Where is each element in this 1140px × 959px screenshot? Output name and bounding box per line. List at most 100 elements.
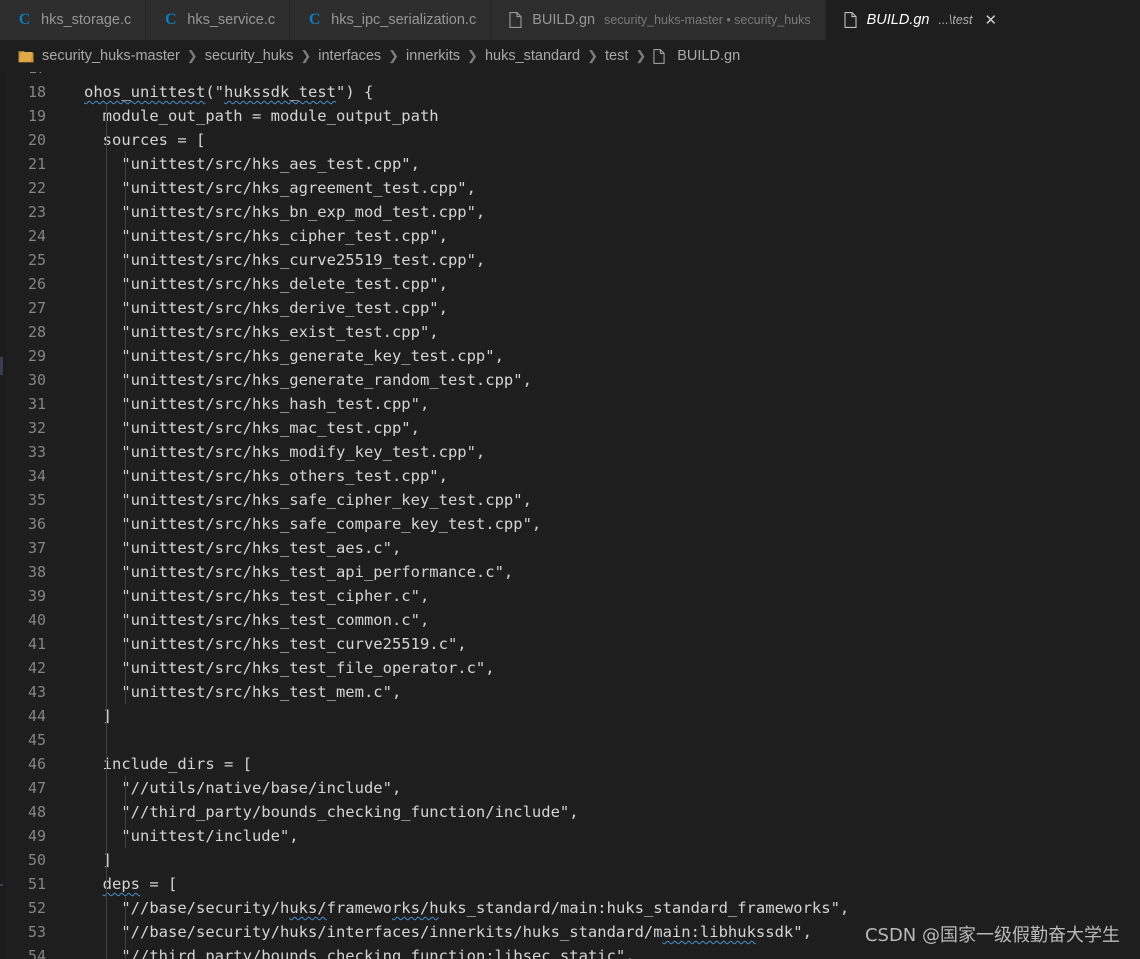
breadcrumb-item-interfaces[interactable]: interfaces [318,48,381,64]
chevron-right-icon: ❯ [388,48,400,63]
line-content: ] [84,851,112,869]
line-content: "unittest/src/hks_safe_cipher_key_test.c… [84,491,532,509]
spellcheck-squiggle: hukssdk_test [224,83,336,101]
tab-hks-storage-c[interactable]: C hks_storage.c [0,0,147,40]
code-line[interactable]: 33 "unittest/src/hks_modify_key_test.cpp… [0,440,1140,464]
line-content: "unittest/src/hks_safe_compare_key_test.… [84,515,542,533]
line-number: 37 [27,539,46,557]
line-number: 28 [27,323,46,341]
code-line[interactable]: 43 "unittest/src/hks_test_mem.c", [0,680,1140,704]
tab-hks-service-c[interactable]: C hks_service.c [146,0,291,40]
breadcrumb-item-security-huks-master[interactable]: security_huks-master [42,48,180,64]
code-line[interactable]: 36 "unittest/src/hks_safe_compare_key_te… [0,512,1140,536]
spellcheck-squiggle: uks/ [289,899,327,917]
code-line[interactable]: 48 "//third_party/bounds_checking_functi… [0,800,1140,824]
code-line[interactable]: 45 [0,728,1140,752]
chevron-right-icon: ❯ [635,48,647,63]
line-number: 54 [27,947,46,959]
close-icon[interactable]: ✕ [985,13,998,28]
line-number: 19 [27,107,46,125]
code-line[interactable]: 22 "unittest/src/hks_agreement_test.cpp"… [0,176,1140,200]
tab-hks-ipc-serialization-c[interactable]: C hks_ipc_serialization.c [290,0,492,40]
code-line[interactable]: 34 "unittest/src/hks_others_test.cpp", [0,464,1140,488]
breadcrumb-item-test[interactable]: test [605,48,628,64]
spellcheck-squiggle: rks/h [391,899,439,917]
line-number: 22 [27,179,46,197]
code-line[interactable]: 41 "unittest/src/hks_test_curve25519.c", [0,632,1140,656]
line-number: 39 [27,587,46,605]
code-line[interactable]: 28 "unittest/src/hks_exist_test.cpp", [0,320,1140,344]
line-number: 17 [0,72,72,80]
breadcrumb-item-innerkits[interactable]: innerkits [406,48,460,64]
code-line[interactable]: 18 ohos_unittest("hukssdk_test") { [0,80,1140,104]
code-line[interactable]: 32 "unittest/src/hks_mac_test.cpp", [0,416,1140,440]
c-file-icon: C [308,11,321,28]
code-line[interactable]: 38 "unittest/src/hks_test_api_performanc… [0,560,1140,584]
code-line[interactable]: 52 "//base/security/huks/frameworks/huks… [0,896,1140,920]
tab-sublabel: ...\test [938,13,973,27]
activity-bar-indicator-secondary [0,884,3,886]
line-content: sources = [ [84,131,206,149]
generic-file-icon [507,12,524,29]
code-line[interactable]: 37 "unittest/src/hks_test_aes.c", [0,536,1140,560]
indent-guide [125,776,126,848]
code-line[interactable]: 30 "unittest/src/hks_generate_random_tes… [0,368,1140,392]
tab-sublabel: security_huks-master • security_huks [604,13,811,27]
line-number: 34 [27,467,46,485]
line-content: "unittest/src/hks_cipher_test.cpp", [84,227,448,245]
line-number: 49 [27,827,46,845]
tab-build-gn-test-active[interactable]: BUILD.gn ...\test ✕ [825,0,1140,40]
line-number: 33 [27,443,46,461]
breadcrumb-item-huks-standard[interactable]: huks_standard [485,48,580,64]
breadcrumb-item-build-gn[interactable]: BUILD.gn [677,48,740,64]
code-line[interactable]: 51 deps = [ [0,872,1140,896]
line-content: "unittest/src/hks_test_file_operator.c", [84,659,495,677]
editor-tab-bar: C hks_storage.c C hks_service.c C hks_ip… [0,0,1140,40]
code-line[interactable]: 20 sources = [ [0,128,1140,152]
code-line[interactable]: 29 "unittest/src/hks_generate_key_test.c… [0,344,1140,368]
code-line[interactable]: 27 "unittest/src/hks_derive_test.cpp", [0,296,1140,320]
chevron-right-icon: ❯ [300,48,312,63]
code-line[interactable]: 31 "unittest/src/hks_hash_test.cpp", [0,392,1140,416]
code-line[interactable]: 25 "unittest/src/hks_curve25519_test.cpp… [0,248,1140,272]
code-line[interactable]: 47 "//utils/native/base/include", [0,776,1140,800]
code-line[interactable]: 17 [0,72,1140,80]
code-line[interactable]: 42 "unittest/src/hks_test_file_operator.… [0,656,1140,680]
line-content: "//third_party/bounds_checking_function/… [84,803,579,821]
line-content: "unittest/src/hks_test_common.c", [84,611,430,629]
line-number: 53 [27,923,46,941]
line-number: 46 [27,755,46,773]
code-line[interactable]: 21 "unittest/src/hks_aes_test.cpp", [0,152,1140,176]
line-content: "unittest/src/hks_test_mem.c", [84,683,402,701]
line-content: "unittest/src/hks_test_curve25519.c", [84,635,467,653]
line-number: 29 [27,347,46,365]
code-line[interactable]: 35 "unittest/src/hks_safe_cipher_key_tes… [0,488,1140,512]
indent-guide [125,896,126,959]
code-line[interactable]: 49 "unittest/include", [0,824,1140,848]
tab-label: hks_ipc_serialization.c [331,12,477,28]
folder-icon [18,49,34,63]
chevron-right-icon: ❯ [186,48,198,63]
code-line[interactable]: 40 "unittest/src/hks_test_common.c", [0,608,1140,632]
line-content: "unittest/src/hks_modify_key_test.cpp", [84,443,486,461]
line-number: 41 [27,635,46,653]
line-content: "unittest/src/hks_agreement_test.cpp", [84,179,476,197]
code-line[interactable]: 26 "unittest/src/hks_delete_test.cpp", [0,272,1140,296]
spellcheck-squiggle: deps [102,875,140,893]
code-line[interactable]: 44 ] [0,704,1140,728]
code-line[interactable]: 19 module_out_path = module_output_path [0,104,1140,128]
code-line[interactable]: 46 include_dirs = [ [0,752,1140,776]
tab-label: hks_storage.c [41,12,132,28]
chevron-right-icon: ❯ [587,48,598,63]
line-number: 36 [27,515,46,533]
code-line[interactable]: 24 "unittest/src/hks_cipher_test.cpp", [0,224,1140,248]
line-number: 26 [27,275,46,293]
tab-label: hks_service.c [187,12,276,28]
breadcrumb-item-security-huks[interactable]: security_huks [205,48,294,64]
code-line[interactable]: 39 "unittest/src/hks_test_cipher.c", [0,584,1140,608]
tab-build-gn-security-huks[interactable]: BUILD.gn security_huks-master • security… [491,0,826,40]
c-file-icon: C [165,11,177,28]
code-editor[interactable]: 17 18 ohos_unittest("hukssdk_test") {19 mo… [0,72,1140,959]
code-line[interactable]: 50 ] [0,848,1140,872]
code-line[interactable]: 23 "unittest/src/hks_bn_exp_mod_test.cpp… [0,200,1140,224]
